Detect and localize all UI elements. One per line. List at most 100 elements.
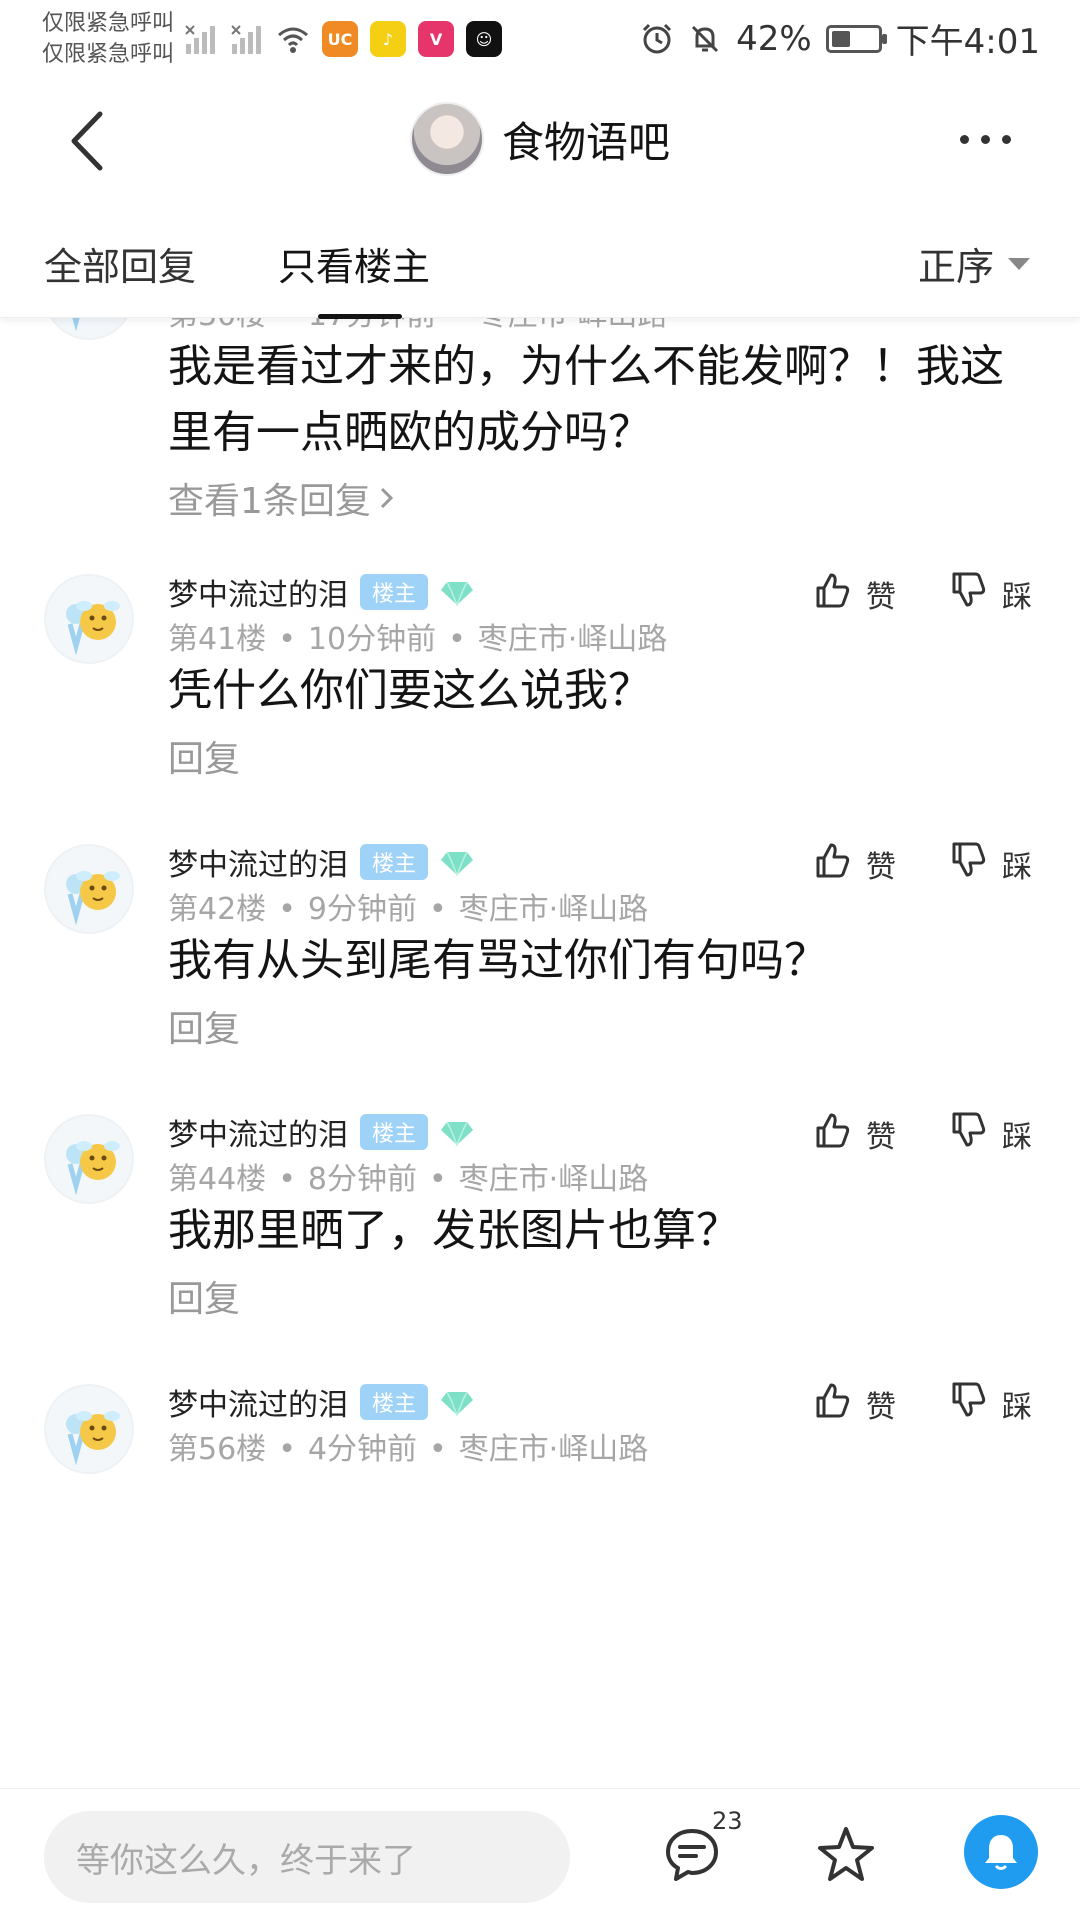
- vipshop-icon: V: [418, 21, 455, 57]
- notify-button[interactable]: [964, 1815, 1038, 1889]
- thumbs-up-icon: [812, 1380, 852, 1428]
- dislike-label: 踩: [1002, 1390, 1032, 1425]
- chevron-right-icon: [380, 487, 394, 509]
- battery-icon: [825, 24, 887, 53]
- thumbs-up-icon: [812, 570, 852, 618]
- tab-op-only[interactable]: 只看楼主: [278, 236, 430, 291]
- op-badge: 楼主: [360, 574, 429, 610]
- like-label: 赞: [866, 1390, 896, 1425]
- status-bar: 仅限紧急呼叫 仅限紧急呼叫 UC ♪ V ☺ 42% 下午4:01: [0, 0, 1080, 74]
- top-nav: 食物语吧: [0, 74, 1080, 204]
- post-meta: 第41楼 • 10分钟前 • 枣庄市·峄山路: [168, 622, 668, 657]
- like-button[interactable]: 赞: [812, 570, 896, 618]
- op-badge: 楼主: [360, 1384, 429, 1420]
- forum-avatar: [409, 102, 484, 176]
- user-avatar[interactable]: [44, 844, 134, 934]
- floor-number: 第42楼: [168, 892, 267, 927]
- dislike-button[interactable]: 踩: [948, 1110, 1032, 1158]
- carrier-line-2: 仅限紧急呼叫: [42, 42, 175, 67]
- user-avatar[interactable]: [44, 1114, 134, 1204]
- post-content: 凭什么你们要这么说我？: [168, 665, 652, 716]
- like-label: 赞: [866, 1120, 896, 1155]
- username[interactable]: 梦中流过的泪: [168, 1380, 348, 1424]
- post-content: 我有从头到尾有骂过你们有句吗？: [168, 935, 828, 986]
- reply-list[interactable]: 梦中流过的... 楼主 第30楼•17分钟前•枣庄市·峄山路 赞 踩 我是看过才…: [0, 306, 1080, 1788]
- dropdown-triangle-icon: [1008, 257, 1030, 270]
- uc-browser-icon: UC: [322, 21, 359, 57]
- more-options-icon[interactable]: [960, 124, 1030, 154]
- reply-link-label: 查看1条回复: [168, 481, 371, 522]
- dislike-label: 踩: [1002, 1120, 1032, 1155]
- like-button[interactable]: 赞: [812, 840, 896, 888]
- post-content: 我那里晒了，发张图片也算？: [168, 1205, 740, 1256]
- username-row: 梦中流过的泪 楼主: [168, 840, 474, 884]
- level-gem-icon: [440, 579, 474, 608]
- username-row: 梦中流过的泪 楼主: [168, 1110, 474, 1154]
- reply-link-label: 回复: [168, 1279, 241, 1320]
- floor-number: 第41楼: [168, 622, 267, 657]
- sort-label: 正序: [917, 245, 994, 289]
- forum-title-group[interactable]: 食物语吧: [0, 102, 1080, 176]
- thumbs-up-icon: [812, 840, 852, 888]
- post-meta: 第56楼 • 4分钟前 • 枣庄市·峄山路: [168, 1432, 649, 1467]
- reply-input[interactable]: 等你这么久，终于来了: [44, 1811, 570, 1903]
- reply-link[interactable]: 查看1条回复: [168, 472, 397, 524]
- reply-post[interactable]: 梦中流过的泪 楼主 第44楼 • 8分钟前 • 枣庄市·峄山路 赞 踩 我那里晒了，发张…: [0, 1110, 1080, 1380]
- bottom-bar: 等你这么久，终于来了 23: [0, 1788, 1080, 1920]
- post-content: 我是看过才来的，为什么不能发啊？！我这里有一点晒欧的成分吗？: [168, 341, 1004, 458]
- post-location: 枣庄市·峄山路: [458, 1162, 649, 1197]
- reply-post[interactable]: 梦中流过的泪 楼主 第56楼 • 4分钟前 • 枣庄市·峄山路 赞 踩: [0, 1380, 1080, 1650]
- post-time: 4分钟前: [307, 1432, 417, 1467]
- post-meta: 第42楼 • 9分钟前 • 枣庄市·峄山路: [168, 892, 649, 927]
- username-row: 梦中流过的泪 楼主: [168, 570, 474, 614]
- carrier-text: 仅限紧急呼叫 仅限紧急呼叫: [42, 8, 174, 70]
- post-time: 8分钟前: [307, 1162, 417, 1197]
- reply-link[interactable]: 回复: [168, 730, 240, 782]
- tab-all-replies[interactable]: 全部回复: [44, 236, 196, 291]
- user-avatar[interactable]: [44, 1384, 134, 1474]
- reply-post[interactable]: 梦中流过的泪 楼主 第42楼 • 9分钟前 • 枣庄市·峄山路 赞 踩 我有从头到尾有骂…: [0, 840, 1080, 1110]
- username[interactable]: 梦中流过的泪: [168, 570, 348, 614]
- star-icon[interactable]: [814, 1823, 878, 1887]
- level-gem-icon: [440, 1119, 474, 1148]
- post-meta: 第44楼 • 8分钟前 • 枣庄市·峄山路: [168, 1162, 649, 1197]
- like-button[interactable]: 赞: [812, 1380, 896, 1428]
- thumbs-down-icon: [948, 1110, 988, 1158]
- qq-music-icon: ♪: [370, 21, 407, 57]
- reply-link[interactable]: 回复: [168, 1270, 240, 1322]
- dislike-label: 踩: [1002, 580, 1032, 615]
- comment-count: 23: [712, 1807, 743, 1835]
- user-avatar[interactable]: [44, 574, 134, 664]
- reply-post[interactable]: 梦中流过的泪 楼主 第41楼 • 10分钟前 • 枣庄市·峄山路 赞 踩 凭什么你们要这…: [0, 570, 1080, 840]
- alarm-icon: [643, 23, 672, 53]
- bell-icon: [985, 1835, 1017, 1870]
- username[interactable]: 梦中流过的泪: [168, 1110, 348, 1154]
- post-time: 9分钟前: [307, 892, 417, 927]
- carrier-line-1: 仅限紧急呼叫: [42, 11, 175, 36]
- chat-app-icon: ☺: [466, 21, 503, 57]
- status-left: 仅限紧急呼叫 仅限紧急呼叫 UC ♪ V ☺: [42, 8, 503, 70]
- username[interactable]: 梦中流过的泪: [168, 840, 348, 884]
- post-location: 枣庄市·峄山路: [458, 892, 649, 927]
- signal-icon: [185, 25, 216, 54]
- dislike-button[interactable]: 踩: [948, 570, 1032, 618]
- status-right: 42% 下午4:01: [640, 14, 1040, 63]
- thumbs-down-icon: [948, 840, 988, 888]
- reply-link[interactable]: 回复: [168, 1000, 240, 1052]
- level-gem-icon: [440, 849, 474, 878]
- dislike-label: 踩: [1002, 850, 1032, 885]
- reply-link-label: 回复: [168, 739, 241, 780]
- dislike-button[interactable]: 踩: [948, 1380, 1032, 1428]
- reply-filter-tabs: 全部回复 只看楼主 正序: [0, 214, 1080, 319]
- battery-fill: [831, 30, 851, 47]
- thumbs-up-icon: [812, 1110, 852, 1158]
- sort-dropdown[interactable]: 正序: [918, 236, 1030, 291]
- post-location: 枣庄市·峄山路: [477, 622, 668, 657]
- status-icons: UC ♪ V ☺: [184, 21, 503, 57]
- like-button[interactable]: 赞: [812, 1110, 896, 1158]
- like-label: 赞: [866, 850, 896, 885]
- dislike-button[interactable]: 踩: [948, 840, 1032, 888]
- post-location: 枣庄市·峄山路: [458, 1432, 649, 1467]
- clock: 下午4:01: [895, 22, 1040, 62]
- reply-post[interactable]: 梦中流过的... 楼主 第30楼•17分钟前•枣庄市·峄山路 赞 踩 我是看过才…: [0, 306, 1080, 522]
